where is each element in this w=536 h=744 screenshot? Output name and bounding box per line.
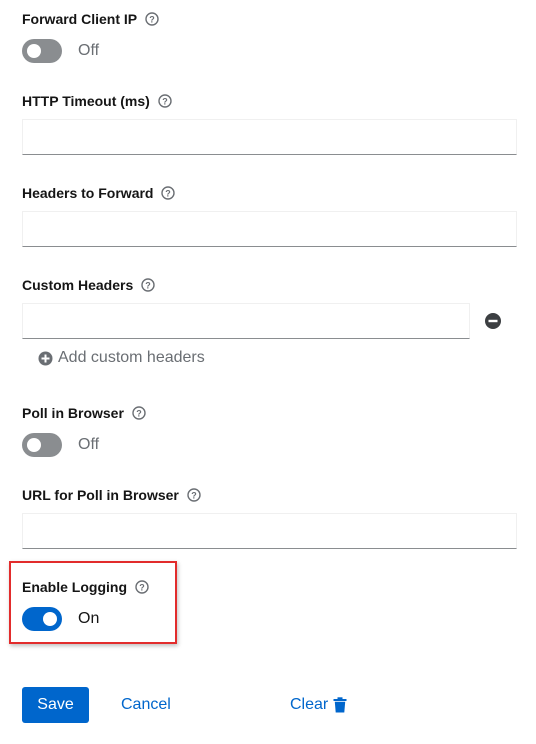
poll-in-browser-label-row: Poll in Browser ? [22,403,146,423]
add-custom-headers-label: Add custom headers [58,349,205,366]
toggle-knob [27,44,41,58]
url-poll-browser-label: URL for Poll in Browser [22,487,179,503]
poll-in-browser-toggle[interactable] [22,433,62,457]
toggle-knob [43,612,57,626]
http-timeout-label-row: HTTP Timeout (ms) ? [22,91,172,111]
enable-logging-state: On [78,610,100,627]
custom-header-input[interactable] [22,303,470,339]
custom-headers-label-row: Custom Headers ? [22,275,155,295]
forward-client-ip-toggle[interactable] [22,39,62,63]
help-icon[interactable]: ? [187,488,201,502]
svg-text:?: ? [149,14,155,24]
save-button[interactable]: Save [22,687,89,723]
http-timeout-label: HTTP Timeout (ms) [22,93,150,109]
forward-client-ip-label: Forward Client IP [22,11,138,27]
clear-button[interactable]: Clear [290,687,347,723]
help-icon[interactable]: ? [158,94,172,108]
svg-text:?: ? [146,280,152,290]
enable-logging-label-row: Enable Logging ? [22,577,149,597]
help-icon[interactable]: ? [141,278,155,292]
help-icon[interactable]: ? [132,406,146,420]
enable-logging-toggle[interactable] [22,607,62,631]
enable-logging-switch-row: On [22,606,99,632]
poll-in-browser-switch-row: Off [22,432,99,458]
add-custom-headers-button[interactable]: Add custom headers [38,347,205,369]
cancel-button[interactable]: Cancel [121,687,171,723]
svg-text:?: ? [166,188,172,198]
clear-label: Clear [290,696,329,713]
headers-to-forward-label: Headers to Forward [22,185,154,201]
forward-client-ip-label-row: Forward Client IP ? [22,9,159,29]
help-icon[interactable]: ? [135,580,149,594]
forward-client-ip-state: Off [78,42,100,59]
http-timeout-input[interactable] [22,119,517,155]
headers-to-forward-label-row: Headers to Forward ? [22,183,176,203]
svg-text:?: ? [191,490,197,500]
svg-text:?: ? [162,96,168,106]
trash-icon [333,697,347,713]
svg-text:?: ? [136,408,142,418]
minus-circle-icon[interactable] [484,312,502,330]
headers-to-forward-input[interactable] [22,211,517,247]
custom-headers-label: Custom Headers [22,277,134,293]
help-icon[interactable]: ? [161,186,176,200]
url-poll-browser-input[interactable] [22,513,517,549]
poll-in-browser-label: Poll in Browser [22,405,124,421]
forward-client-ip-switch-row: Off [22,38,99,64]
toggle-knob [27,438,41,452]
plus-circle-icon [38,351,53,365]
enable-logging-label: Enable Logging [22,579,127,595]
help-icon[interactable]: ? [145,12,159,26]
url-poll-browser-label-row: URL for Poll in Browser ? [22,485,201,505]
poll-in-browser-state: Off [78,436,100,453]
svg-text:?: ? [139,582,145,592]
